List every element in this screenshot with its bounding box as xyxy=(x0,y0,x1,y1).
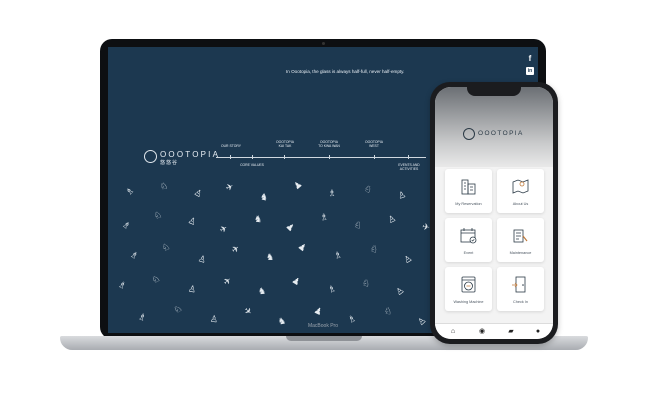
timeline-item-our-story[interactable]: OUR STORY xyxy=(216,144,246,148)
figure-illustration: ♗ xyxy=(319,211,329,223)
figure-illustration: ♘ xyxy=(152,209,164,221)
figure-illustration: ♙ xyxy=(415,314,429,328)
figure-illustration: ♘ xyxy=(362,182,375,196)
figure-illustration: ♘ xyxy=(360,277,372,289)
timeline-tick xyxy=(252,155,253,159)
logo-emblem-icon xyxy=(463,128,475,140)
timeline-tick xyxy=(374,155,375,159)
menu-label: About Us xyxy=(512,202,529,206)
phone-notch xyxy=(467,87,521,96)
chat-icon[interactable]: ▰ xyxy=(507,328,515,336)
menu-event[interactable]: Event xyxy=(445,218,492,262)
figure-illustration: ♙ xyxy=(401,252,414,266)
figure-illustration: ♞ xyxy=(259,191,270,203)
figure-illustration: ♗ xyxy=(136,310,148,324)
figure-illustration: ♙ xyxy=(386,212,398,226)
figure-illustration: ♞ xyxy=(265,251,275,263)
profile-icon[interactable]: ● xyxy=(534,328,542,336)
app-brand-name: OOOTOPIA xyxy=(478,130,524,137)
linkedin-icon[interactable]: in xyxy=(526,67,534,75)
figure-illustration: ♞ xyxy=(257,285,267,297)
figure-illustration: ♟ xyxy=(284,220,297,234)
menu-label: Washing Machine xyxy=(453,300,484,304)
figure-illustration: ✈ xyxy=(217,222,230,236)
figure-illustration: ♗ xyxy=(120,218,133,232)
figure-illustration: ♗ xyxy=(128,248,141,262)
timeline-item-to-kwa-wan[interactable]: OOOTOPIA TO KWA WAN xyxy=(312,140,346,148)
figure-illustration: ♙ xyxy=(393,284,406,298)
figure-illustration: ✈ xyxy=(229,242,242,256)
laptop-camera xyxy=(322,42,325,45)
home-icon[interactable]: ⌂ xyxy=(449,328,457,336)
timeline-item-kai-tak[interactable]: OOOTOPIA KAI TAK xyxy=(271,140,299,148)
figure-illustration: ♘ xyxy=(159,180,169,192)
figure-illustration: ♙ xyxy=(196,253,208,265)
figure-illustration: ♘ xyxy=(368,242,380,256)
figure-illustration: ♘ xyxy=(160,240,172,254)
figure-illustration: ♙ xyxy=(192,186,205,200)
figure-illustration: ♟ xyxy=(291,178,305,192)
maintenance-icon xyxy=(513,229,528,243)
laptop-opening-notch xyxy=(286,336,362,341)
brand-chinese-name: 悠悠谷 xyxy=(160,160,179,166)
menu-maintenance[interactable]: Maintenance xyxy=(497,218,544,262)
menu-about-us[interactable]: About Us xyxy=(497,169,544,213)
timeline-line xyxy=(216,157,426,158)
menu-washing-machine[interactable]: Washing Machine xyxy=(445,267,492,311)
door-icon xyxy=(512,276,526,293)
timeline-tick xyxy=(230,155,231,159)
tagline: In Oootopia, the glass is always half-fu… xyxy=(286,69,405,74)
figure-illustration: ♗ xyxy=(326,282,338,296)
menu-check-in[interactable]: Check In xyxy=(497,267,544,311)
figure-illustration: ♞ xyxy=(253,213,263,225)
menu-my-reservation[interactable]: My Reservation xyxy=(445,169,492,213)
timeline-item-core-values[interactable]: CORE VALUES xyxy=(236,163,268,167)
figure-illustration: ♟ xyxy=(312,304,325,318)
menu-label: Maintenance xyxy=(509,251,532,255)
compass-icon[interactable]: ◉ xyxy=(478,328,486,336)
washing-machine-icon xyxy=(461,276,476,293)
site-logo[interactable]: OOOTOPIA 悠悠谷 xyxy=(144,150,218,166)
figure-illustration: ✈ xyxy=(421,221,431,233)
figure-illustration: ♙ xyxy=(396,188,408,202)
brand-name: OOOTOPIA xyxy=(160,150,221,159)
menu-label: My Reservation xyxy=(455,202,482,206)
figure-illustration: ♗ xyxy=(332,249,344,261)
figure-illustration: ♘ xyxy=(171,302,184,316)
timeline-item-west[interactable]: OOOTOPIA WEST xyxy=(360,140,388,148)
menu-label: Event xyxy=(463,251,474,255)
figure-illustration: ♙ xyxy=(209,313,219,325)
calendar-icon xyxy=(460,228,477,244)
figure-illustration: ♙ xyxy=(187,283,198,295)
timeline-tick xyxy=(284,155,285,159)
figure-illustration: ♟ xyxy=(290,274,303,288)
figure-illustration: ♟ xyxy=(296,240,309,254)
facebook-icon[interactable]: f xyxy=(526,55,534,63)
figure-illustration: ♘ xyxy=(352,218,365,232)
app-logo: OOOTOPIA xyxy=(463,127,533,141)
figure-illustration: ♘ xyxy=(383,305,393,317)
figure-illustration: ♗ xyxy=(116,278,129,292)
phone-screen: OOOTOPIA My Reservation About Us Event M… xyxy=(435,87,553,339)
map-icon xyxy=(512,179,529,194)
figure-illustration: ♗ xyxy=(327,187,337,199)
timeline-tick xyxy=(329,155,330,159)
building-icon xyxy=(461,179,476,195)
figure-illustration: ♗ xyxy=(123,184,137,198)
menu-label: Check In xyxy=(513,300,528,304)
laptop-model-label: MacBook Pro xyxy=(307,323,338,329)
figure-illustration: ✈ xyxy=(241,304,255,318)
figure-illustration: ✈ xyxy=(221,274,234,288)
figure-illustration: ♙ xyxy=(186,214,198,228)
logo-emblem-icon xyxy=(144,150,157,163)
figure-illustration: ♘ xyxy=(149,272,162,286)
figure-illustration: ✈ xyxy=(224,180,236,194)
timeline-tick xyxy=(408,155,409,159)
bottom-tab-bar: ⌂ ◉ ▰ ● xyxy=(435,323,553,339)
timeline-item-events[interactable]: EVENTS AND ACTIVITIES xyxy=(392,163,426,171)
